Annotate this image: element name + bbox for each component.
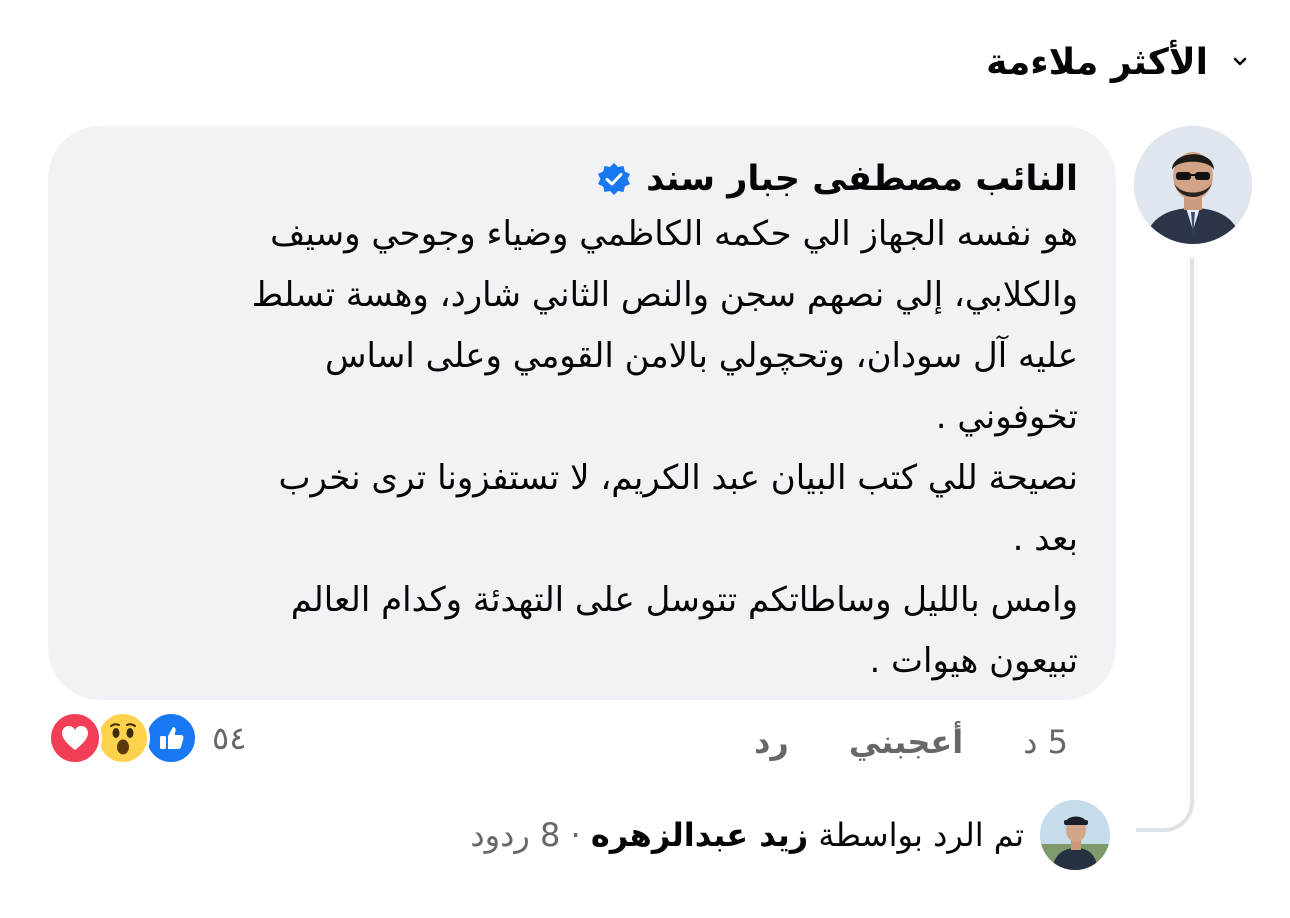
view-replies-link[interactable]: تم الرد بواسطة زيد عبدالزهره · 8 ردود <box>470 800 1110 870</box>
chevron-down-icon <box>1230 52 1250 72</box>
replied-by-prefix: تم الرد بواسطة <box>818 816 1024 854</box>
wow-reaction-icon <box>96 711 150 765</box>
reaction-count: ٥٤ <box>212 719 247 757</box>
commenter-avatar[interactable] <box>1134 126 1252 244</box>
comment-author-name[interactable]: النائب مصطفى جبار سند <box>646 159 1078 199</box>
replier-avatar <box>1040 800 1110 870</box>
comment-text: هو نفسه الجهاز الي حكمه الكاظمي وضياء وج… <box>251 214 1078 681</box>
like-reaction-icon <box>144 711 198 765</box>
replier-name: زيد عبدالزهره <box>590 816 809 854</box>
comment-bubble: النائب مصطفى جبار سند هو نفسه الجهاز الي… <box>48 126 1116 700</box>
sort-label: الأكثر ملاءمة <box>986 41 1208 83</box>
verified-badge-icon <box>596 161 632 197</box>
like-button[interactable]: أعجبني <box>849 723 963 761</box>
thread-connector-line <box>1136 258 1194 832</box>
comment-author-row: النائب مصطفى جبار سند <box>82 154 1078 204</box>
sort-dropdown[interactable]: الأكثر ملاءمة <box>986 36 1250 88</box>
love-reaction-icon <box>48 711 102 765</box>
reply-button[interactable]: رد <box>754 723 789 761</box>
separator-dot: · <box>570 816 581 854</box>
comment-actions: 5 د أعجبني رد <box>754 716 1068 768</box>
replies-count: 8 ردود <box>470 816 561 854</box>
reactions-summary[interactable]: ٥٤ <box>48 711 247 765</box>
comment-timestamp[interactable]: 5 د <box>1023 723 1068 761</box>
replies-summary-text: تم الرد بواسطة زيد عبدالزهره · 8 ردود <box>470 816 1024 854</box>
